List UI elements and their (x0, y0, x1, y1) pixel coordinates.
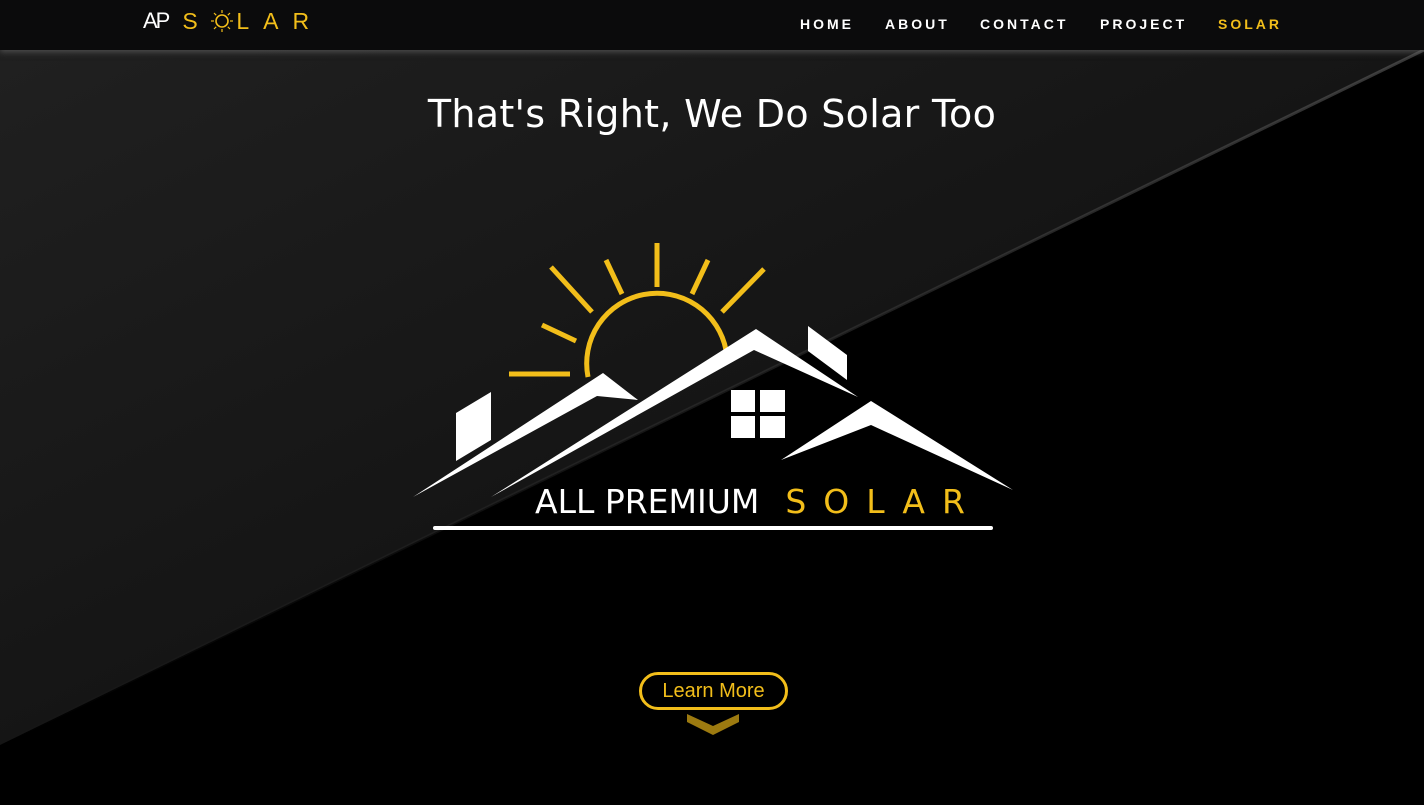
nav-project[interactable]: PROJECT (1100, 16, 1187, 32)
nav-solar[interactable]: SOLAR (1218, 16, 1282, 32)
brand-name: ALL PREMIUM SOLAR (535, 480, 982, 522)
nav-home[interactable]: HOME (800, 16, 854, 32)
page-title: That's Right, We Do Solar Too (427, 92, 997, 136)
nav-contact[interactable]: CONTACT (980, 16, 1068, 32)
brand-name-accent: SOLAR (785, 481, 982, 521)
brand-name-main: ALL PREMIUM (535, 481, 760, 521)
learn-more-button[interactable]: Learn More (639, 672, 788, 710)
nav-about[interactable]: ABOUT (885, 16, 950, 32)
top-navigation-bar: AP S LAR HOME ABOUT CONTACT PROJECT SOLA… (0, 0, 1424, 50)
main-nav: HOME ABOUT CONTACT PROJECT SOLAR (0, 16, 1424, 36)
chevron-down-icon[interactable] (687, 712, 739, 738)
page: AP S LAR HOME ABOUT CONTACT PROJECT SOLA… (0, 0, 1424, 805)
